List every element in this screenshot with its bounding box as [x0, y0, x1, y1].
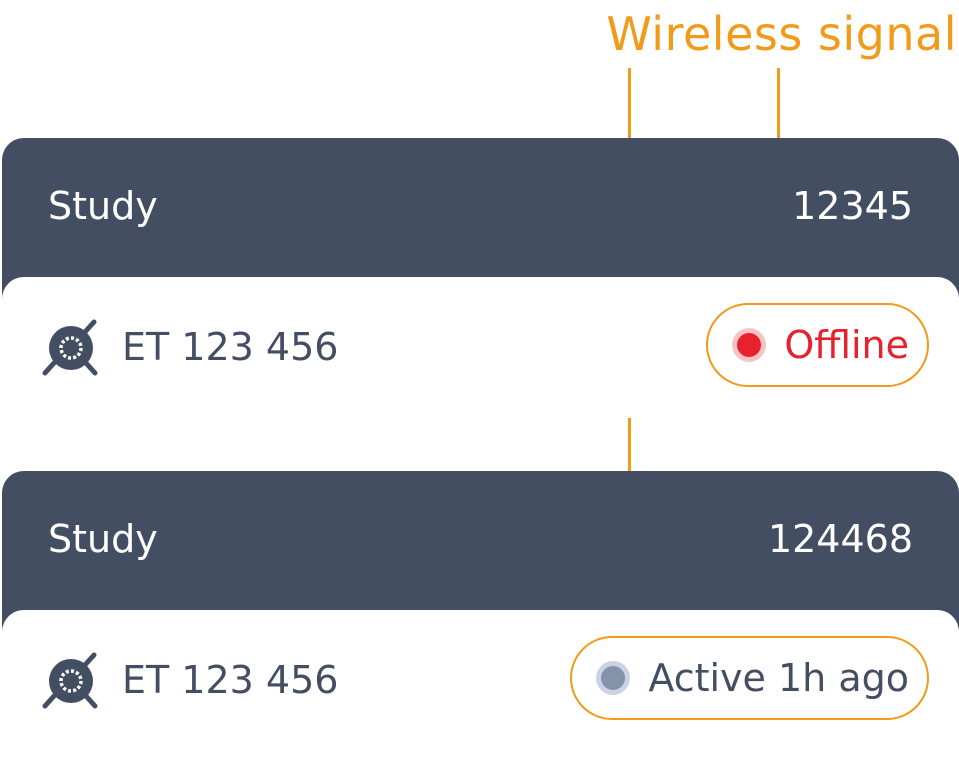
status-badge: Offline: [706, 303, 929, 387]
status-badge: Active 1h ago: [570, 636, 929, 720]
status-dot-inactive: [596, 661, 631, 695]
card-title: Study: [48, 517, 158, 561]
study-card[interactable]: Study 12345 ET 123 456 Offline: [2, 138, 959, 418]
eye-tracker-icon: [40, 650, 102, 712]
card-header: Study 124468: [2, 471, 959, 631]
status-text: Active 1h ago: [648, 656, 909, 700]
eye-tracker-icon: [40, 317, 102, 379]
study-number: 12345: [792, 184, 913, 228]
card-title: Study: [48, 184, 158, 228]
study-number: 124468: [767, 517, 913, 561]
device-id: ET 123 456: [122, 658, 339, 702]
status-text: Offline: [784, 323, 909, 367]
annotation-label: Wireless signal: [606, 7, 957, 61]
status-dot-offline: [732, 328, 767, 362]
study-card[interactable]: Study 124468 ET 123 456 Active 1h ago: [2, 471, 959, 751]
card-header: Study 12345: [2, 138, 959, 298]
card-body: ET 123 456 Active 1h ago: [2, 610, 959, 751]
card-body: ET 123 456 Offline: [2, 277, 959, 418]
device-id: ET 123 456: [122, 325, 339, 369]
